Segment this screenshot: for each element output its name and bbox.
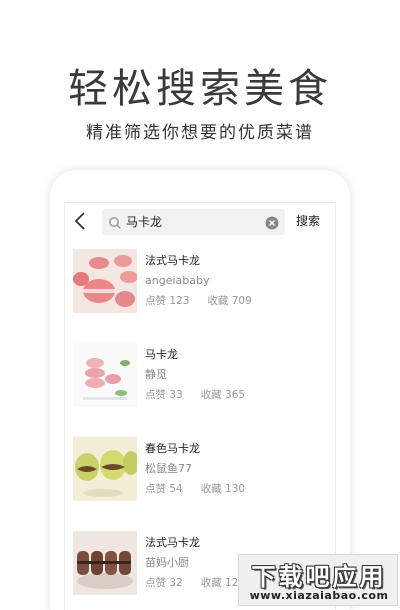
recipe-thumbnail [73,343,137,407]
hero-title: 轻松搜索美食 [68,66,332,112]
favorites-count: 收藏 709 [207,295,252,307]
back-arrow-icon[interactable] [71,210,91,232]
recipe-stats: 点赞 123 收藏 709 [145,294,252,308]
recipe-author: 苗妈小厨 [145,556,189,569]
clear-icon[interactable] [265,215,279,230]
watermark-logo: 下载吧应用 www.xiazaiabao.com [238,554,398,606]
recipe-author: 静觅 [145,368,167,381]
watermark-name: 下载吧应用 [251,563,387,591]
likes-count: 点赞 32 [145,577,183,589]
recipe-author: 松鼠鱼77 [145,462,192,475]
likes-count: 点赞 54 [145,483,183,495]
search-button[interactable]: 搜索 [296,213,320,229]
list-item[interactable]: 马卡龙 静觅 点赞 33 收藏 365 [65,343,335,413]
recipe-title: 马卡龙 [145,348,178,361]
favorites-count: 收藏 130 [200,483,246,495]
recipe-author: angeiababy [145,274,210,287]
watermark-domain: www.xiazaiabao.com [249,589,389,602]
hero-subtitle: 精准筛选你想要的优质菜谱 [86,123,314,143]
recipe-thumbnail [73,249,137,313]
search-input[interactable]: 马卡龙 [102,209,285,235]
likes-count: 点赞 33 [145,389,183,401]
likes-count: 点赞 123 [145,295,190,307]
list-item[interactable]: 春色马卡龙 松鼠鱼77 点赞 54 收藏 130 [65,437,335,507]
recipe-stats: 点赞 32 收藏 126 [145,576,245,590]
recipe-title: 法式马卡龙 [145,536,200,549]
recipe-title: 法式马卡龙 [145,254,200,267]
app-screen: 马卡龙 搜索 法式马卡龙 angeiababy 点赞 123 收藏 709 马卡… [64,202,336,610]
recipe-stats: 点赞 33 收藏 365 [145,388,245,402]
search-query-text: 马卡龙 [126,215,163,229]
search-bar: 马卡龙 搜索 [65,203,335,239]
favorites-count: 收藏 365 [200,389,246,401]
recipe-thumbnail [73,437,137,501]
recipe-stats: 点赞 54 收藏 130 [145,482,245,496]
list-item[interactable]: 法式马卡龙 angeiababy 点赞 123 收藏 709 [65,249,335,319]
recipe-thumbnail [73,531,137,595]
recipe-title: 春色马卡龙 [145,442,200,455]
search-icon [108,215,122,229]
